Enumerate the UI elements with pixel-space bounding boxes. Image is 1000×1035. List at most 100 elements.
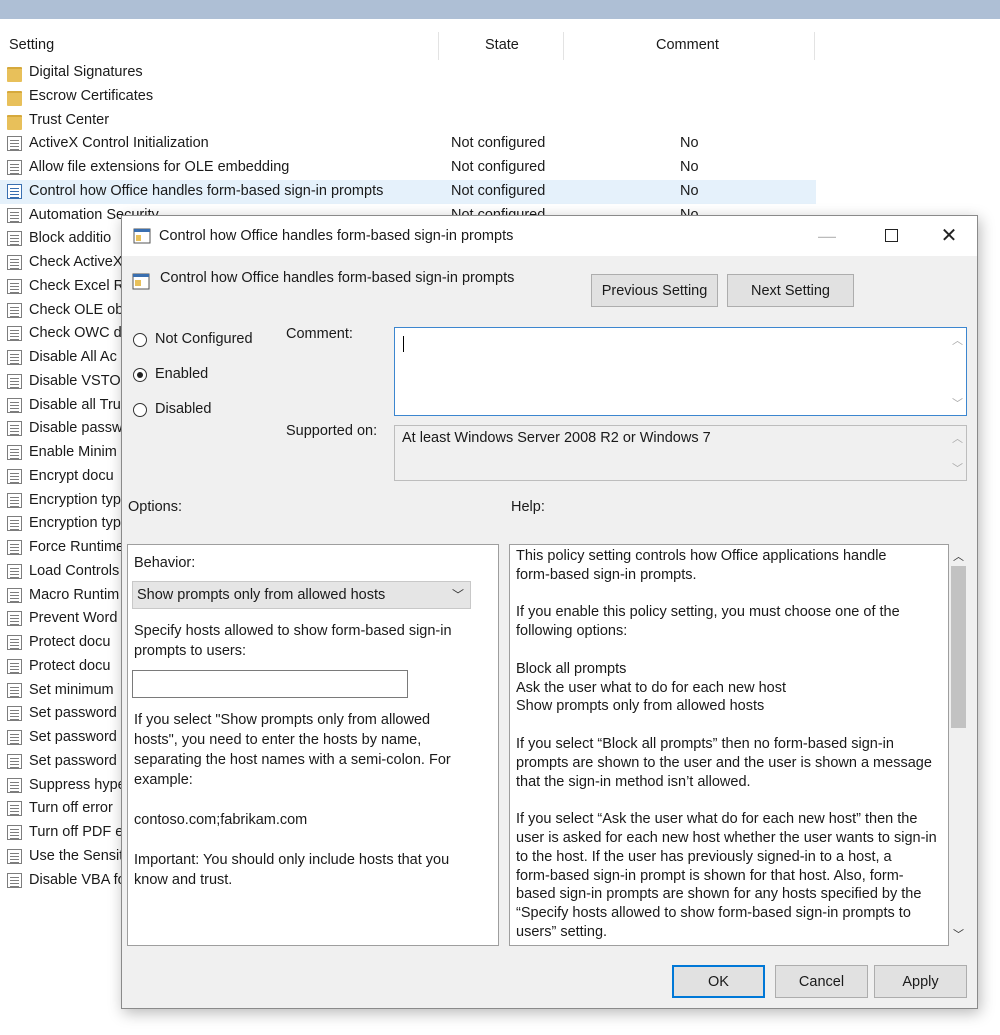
chevron-down-icon[interactable]: ﹀ [452, 582, 464, 609]
maximize-icon [884, 229, 898, 243]
policy-setting-icon [7, 682, 22, 698]
scroll-up-icon[interactable]: ︿ [949, 548, 968, 564]
maximize-button[interactable] [868, 216, 914, 256]
help-text-line: “Specify hosts allowed to show form-base… [516, 905, 911, 922]
hosts-input[interactable] [132, 670, 408, 698]
list-header: Setting State Comment [0, 30, 816, 60]
setting-state: Not configured [451, 182, 546, 199]
radio-label[interactable]: Enabled [155, 366, 208, 382]
setting-name: Disable all Tru [29, 396, 121, 413]
setting-name: Protect docu [29, 657, 111, 674]
radio-label[interactable]: Disabled [155, 401, 211, 417]
policy-setting-icon [7, 872, 22, 888]
column-divider[interactable] [563, 32, 564, 60]
previous-setting-button[interactable]: Previous Setting [591, 274, 718, 307]
policy-setting-icon [7, 160, 22, 175]
policy-row[interactable]: Allow file extensions for OLE embedding N… [0, 156, 816, 180]
radio-label[interactable]: Not Configured [155, 331, 253, 347]
scroll-up-icon[interactable]: ︿ [952, 332, 963, 348]
policy-setting-icon [7, 516, 22, 532]
behavior-dropdown[interactable]: Show prompts only from allowed hosts ﹀ [132, 581, 471, 609]
scroll-down-icon[interactable]: ﹀ [949, 926, 968, 942]
important-line: Important: You should only include hosts… [134, 852, 450, 868]
policy-setting-icon [7, 635, 22, 650]
column-divider[interactable] [814, 32, 815, 60]
comment-textarea[interactable]: ︿ ﹀ [394, 327, 967, 416]
column-header-setting[interactable]: Setting [9, 30, 54, 60]
behavior-selected-value: Show prompts only from allowed hosts [137, 587, 386, 603]
setting-name: Control how Office handles form-based si… [29, 182, 384, 199]
folder-icon [7, 90, 22, 106]
setting-name: Block additio [29, 230, 112, 247]
column-header-comment[interactable]: Comment [656, 30, 719, 60]
policy-row[interactable]: Control how Office handles form-based si… [0, 179, 816, 204]
ok-button[interactable]: OK [672, 965, 765, 998]
setting-name: Set minimum [29, 681, 114, 698]
setting-name: Set password [29, 729, 117, 745]
radio-selected-dot [137, 372, 143, 378]
setting-name: Check ActiveX [29, 254, 123, 270]
setting-name: Force Runtime [29, 539, 125, 555]
scroll-up-icon[interactable]: ︿ [952, 430, 963, 446]
close-button[interactable]: ✕ [926, 216, 972, 256]
policy-setting-icon [7, 777, 22, 793]
next-setting-button[interactable]: Next Setting [727, 274, 854, 307]
setting-name: Turn off PDF e [29, 824, 124, 840]
policy-setting-icon [7, 278, 22, 294]
policy-icon [132, 273, 150, 290]
help-scrollbar[interactable]: ︿ ﹀ [949, 544, 968, 946]
setting-name: Suppress hype [29, 776, 126, 793]
policy-setting-icon [7, 326, 22, 342]
help-text-line: Block all prompts [516, 660, 627, 677]
policy-row[interactable]: ActiveX Control Initialization Not config… [0, 132, 816, 156]
comment-label: Comment: [286, 326, 353, 342]
setting-name: Disable passw [29, 420, 123, 437]
setting-name: Enable Minim [29, 444, 117, 460]
radio-circle[interactable] [133, 403, 147, 417]
setting-name: Prevent Word [29, 610, 118, 627]
scroll-down-icon[interactable]: ﹀ [952, 460, 963, 476]
policy-setting-icon [7, 231, 22, 247]
help-text-line: If you select “Ask the user what do for … [516, 811, 918, 828]
folder-row[interactable]: Digital Signatures [0, 61, 816, 85]
apply-button[interactable]: Apply [874, 965, 967, 998]
column-header-state[interactable]: State [485, 30, 519, 60]
setting-name: Turn off error [29, 800, 113, 817]
minimize-button[interactable]: — [804, 216, 850, 256]
supported-on-value: At least Windows Server 2008 R2 or Windo… [402, 430, 711, 446]
radio-circle[interactable] [133, 368, 147, 382]
policy-setting-icon [7, 207, 22, 223]
setting-name: Disable VBA fo [29, 871, 126, 888]
scroll-down-icon[interactable]: ﹀ [952, 395, 963, 411]
hosts-label-line: prompts to users: [134, 643, 247, 659]
window-top-bar [0, 0, 1000, 19]
cancel-button[interactable]: Cancel [775, 965, 868, 998]
policy-setting-icon [7, 540, 22, 555]
policy-setting-icon [7, 302, 22, 318]
setting-name: Set password [29, 752, 117, 769]
radio-circle[interactable] [133, 333, 147, 347]
help-text-line: If you enable this policy setting, you m… [516, 604, 900, 621]
folder-row[interactable]: Trust Center [0, 109, 816, 133]
setting-name: Allow file extensions for OLE embedding [29, 159, 290, 175]
help-text-line: to the host. If the user has previously … [516, 848, 892, 865]
policy-setting-icon [7, 397, 22, 413]
scrollbar-thumb[interactable] [951, 566, 966, 728]
folder-icon [7, 114, 22, 130]
setting-name: Digital Signatures [29, 64, 143, 80]
setting-name: Check OWC d [29, 325, 122, 342]
help-text-line: form-based sign-in prompts. [516, 566, 697, 583]
note-line: separating the host names with a semi-co… [134, 752, 451, 768]
policy-setting-icon [7, 421, 22, 437]
policy-setting-icon [7, 350, 22, 365]
policy-setting-icon [7, 492, 22, 508]
column-divider[interactable] [438, 32, 439, 60]
help-label: Help: [511, 499, 545, 515]
folder-row[interactable]: Escrow Certificates [0, 85, 816, 109]
setting-state: Not configured [451, 135, 546, 152]
example-text: contoso.com;fabrikam.com [134, 812, 308, 828]
policy-setting-icon [7, 563, 22, 579]
setting-name: Disable All Ac [29, 349, 117, 365]
policy-setting-icon [7, 801, 22, 817]
setting-name: Trust Center [29, 111, 110, 128]
